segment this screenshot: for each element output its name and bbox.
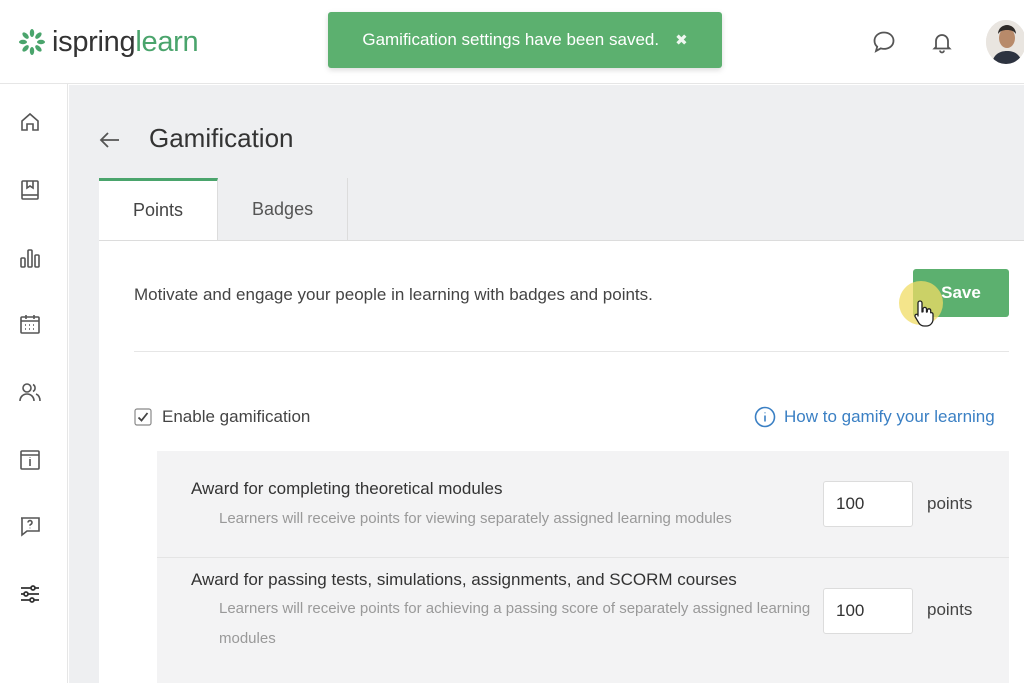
- logo-text-ispring: ispring: [52, 25, 136, 58]
- close-icon[interactable]: ✖: [675, 31, 688, 49]
- section-divider: [134, 351, 1009, 352]
- row-divider: [157, 557, 1009, 558]
- page-title: Gamification: [149, 123, 294, 153]
- sidebar: [0, 84, 68, 683]
- chat-bubble-icon[interactable]: [870, 28, 898, 56]
- tab-badges-label: Badges: [252, 198, 314, 219]
- setting-description: Learners will receive points for achievi…: [219, 600, 811, 647]
- help-chat-icon[interactable]: [16, 512, 44, 540]
- sliders-icon[interactable]: [16, 580, 44, 608]
- top-bar: ispringlearn Gamification settings have …: [0, 0, 1024, 84]
- how-to-gamify-label: How to gamify your learning: [784, 407, 995, 426]
- checkmark-icon: [134, 408, 152, 426]
- how-to-gamify-link[interactable]: How to gamify your learning: [754, 406, 995, 428]
- info-circle-icon: [754, 406, 776, 428]
- back-arrow-icon[interactable]: [97, 127, 123, 153]
- ispring-learn-logo[interactable]: ispringlearn: [18, 24, 199, 60]
- tab-points-label: Points: [133, 200, 184, 220]
- setting-unit: points: [927, 600, 973, 619]
- logo-text: ispringlearn: [52, 25, 199, 59]
- book-icon[interactable]: [16, 176, 44, 204]
- theory-modules-points-input[interactable]: [823, 481, 913, 527]
- toast-message: Gamification settings have been saved.: [362, 30, 660, 49]
- info-card-icon[interactable]: [16, 446, 44, 474]
- main-content: Gamification Points Badges Motivate and …: [69, 85, 1024, 683]
- users-icon[interactable]: [16, 378, 44, 406]
- points-panel: Motivate and engage your people in learn…: [99, 240, 1024, 683]
- setting-unit: points: [927, 494, 973, 513]
- setting-title: Award for passing tests, simulations, as…: [191, 570, 737, 589]
- intro-text: Motivate and engage your people in learn…: [134, 285, 653, 304]
- point-settings-list: Award for completing theoretical modules…: [157, 451, 1009, 683]
- setting-title: Award for completing theoretical modules: [191, 479, 503, 498]
- hand-cursor-icon: [913, 299, 935, 332]
- calendar-icon[interactable]: [16, 310, 44, 338]
- tab-bar: Points Badges: [99, 178, 349, 240]
- enable-gamification-label: Enable gamification: [162, 407, 311, 426]
- user-avatar[interactable]: [986, 20, 1024, 64]
- tests-points-input[interactable]: [823, 588, 913, 634]
- logo-text-learn: learn: [135, 25, 199, 58]
- enable-gamification-checkbox[interactable]: Enable gamification: [134, 407, 310, 427]
- tab-points[interactable]: Points: [99, 178, 219, 240]
- home-icon[interactable]: [16, 108, 44, 136]
- bell-icon[interactable]: [928, 28, 956, 56]
- logo-icon: [19, 29, 45, 55]
- success-toast: Gamification settings have been saved. ✖: [328, 12, 722, 68]
- setting-description: Learners will receive points for viewing…: [219, 510, 732, 527]
- bar-chart-icon[interactable]: [16, 244, 44, 272]
- tab-badges[interactable]: Badges: [218, 178, 349, 240]
